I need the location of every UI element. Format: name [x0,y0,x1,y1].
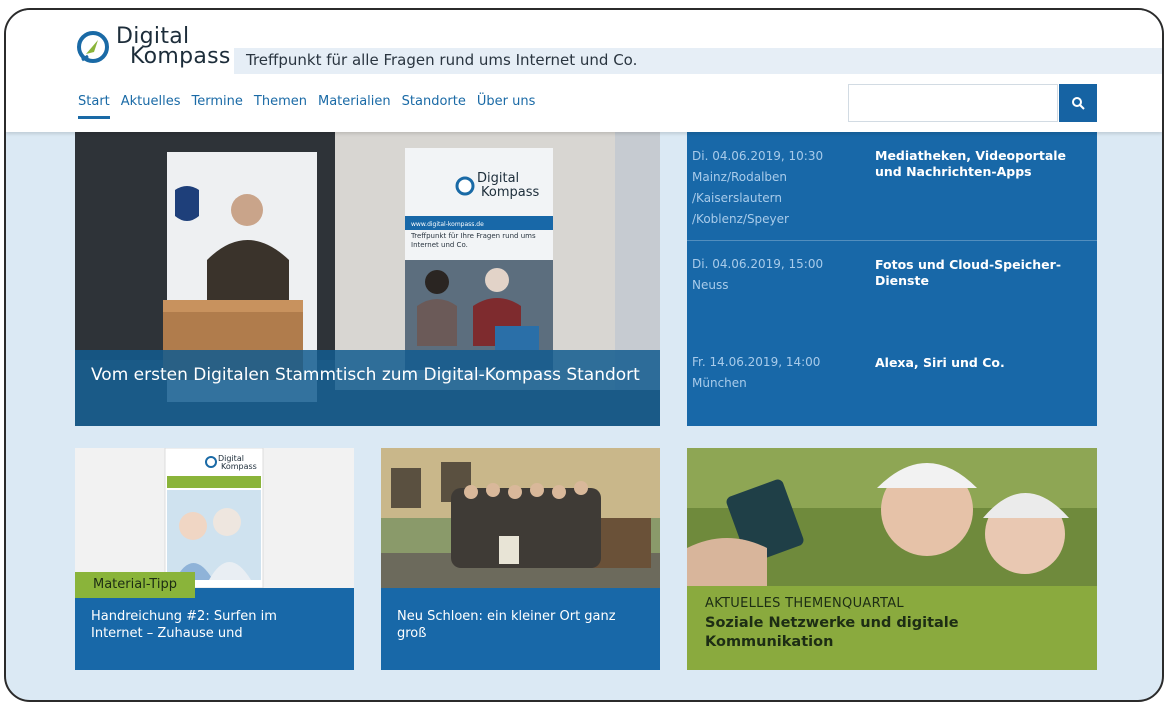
site-tagline: Treffpunkt für alle Fragen rund ums Inte… [246,51,638,69]
compass-logo-icon [77,31,109,63]
material-card-text[interactable]: Handreichung #2: Surfen im Internet – Zu… [91,608,331,642]
themenquartal-card-body: AKTUELLES THEMENQUARTAL Soziale Netzwerk… [687,586,1097,670]
nav-item-themen[interactable]: Themen [254,94,307,119]
news-card[interactable]: Neu Schloen: ein kleiner Ort ganz groß [381,448,660,670]
event-datetime: Di. 04.06.2019, 15:00 [692,257,824,271]
hero-article[interactable]: Digital Kompass www.digital-kompass.de T… [75,130,660,426]
event-datetime: Di. 04.06.2019, 10:30 [692,149,824,163]
event-title[interactable]: Mediatheken, Videoportale und Nachrichte… [875,148,1075,180]
hero-caption[interactable]: Vom ersten Digitalen Stammtisch zum Digi… [91,364,651,386]
logo-text-kompass[interactable]: Kompass [130,44,231,69]
event-separator [687,240,1097,241]
themenquartal-pretitle: AKTUELLES THEMENQUARTAL [705,596,904,611]
banner-url: www.digital-kompass.de [411,221,484,228]
event-location: Mainz/Rodalben /Kaiserslautern /Koblenz/… [692,170,789,226]
events-panel: Di. 04.06.2019, 10:30 Mainz/Rodalben /Ka… [687,130,1097,426]
event-location: München [692,376,747,390]
group-photo [381,448,660,588]
themenquartal-title[interactable]: Soziale Netzwerke und digitale Kommunika… [705,614,1075,652]
material-tip-badge: Material-Tipp [75,572,195,598]
cover-logo-line2: Kompass [221,462,257,471]
banner-tagline: Treffpunkt für Ihre Fragen rund ums Inte… [411,232,536,249]
news-card-text[interactable]: Neu Schloen: ein kleiner Ort ganz groß [397,608,637,642]
nav-item-standorte[interactable]: Standorte [402,94,466,119]
event-datetime: Fr. 14.06.2019, 14:00 [692,355,821,369]
seniors-selfie-photo [687,448,1097,586]
news-card-body: Neu Schloen: ein kleiner Ort ganz groß [381,588,660,670]
material-card[interactable]: Digital Kompass Material-Tipp Handreichu… [75,448,354,670]
banner-logo-line1: Digital [477,171,519,186]
event-title[interactable]: Alexa, Siri und Co. [875,355,1075,371]
hero-caption-bar: Vom ersten Digitalen Stammtisch zum Digi… [75,350,660,426]
news-image [381,448,660,588]
search-button[interactable] [1059,84,1097,122]
nav-item-materialien[interactable]: Materialien [318,94,391,119]
search-icon [1072,97,1085,110]
nav-item-termine[interactable]: Termine [192,94,243,119]
main-nav: Start Aktuelles Termine Themen Materiali… [78,94,535,119]
event-location: Neuss [692,278,729,292]
brochure-cover-image: Digital Kompass [164,448,264,588]
nav-item-aktuelles[interactable]: Aktuelles [121,94,181,119]
banner-logo-line2: Kompass [481,185,539,200]
site-header: Digital Kompass Treffpunkt für alle Frag… [6,10,1162,132]
themenquartal-card[interactable]: AKTUELLES THEMENQUARTAL Soziale Netzwerk… [687,448,1097,670]
event-title[interactable]: Fotos und Cloud-Speicher-Dienste [875,257,1075,289]
material-image: Digital Kompass [75,448,354,588]
browser-frame: Digital Kompass Treffpunkt für alle Frag… [4,8,1164,702]
material-card-body: Handreichung #2: Surfen im Internet – Zu… [75,588,354,670]
themenquartal-image [687,448,1097,586]
nav-item-start[interactable]: Start [78,94,110,119]
search-input[interactable] [848,84,1058,122]
nav-item-ueber-uns[interactable]: Über uns [477,94,536,119]
